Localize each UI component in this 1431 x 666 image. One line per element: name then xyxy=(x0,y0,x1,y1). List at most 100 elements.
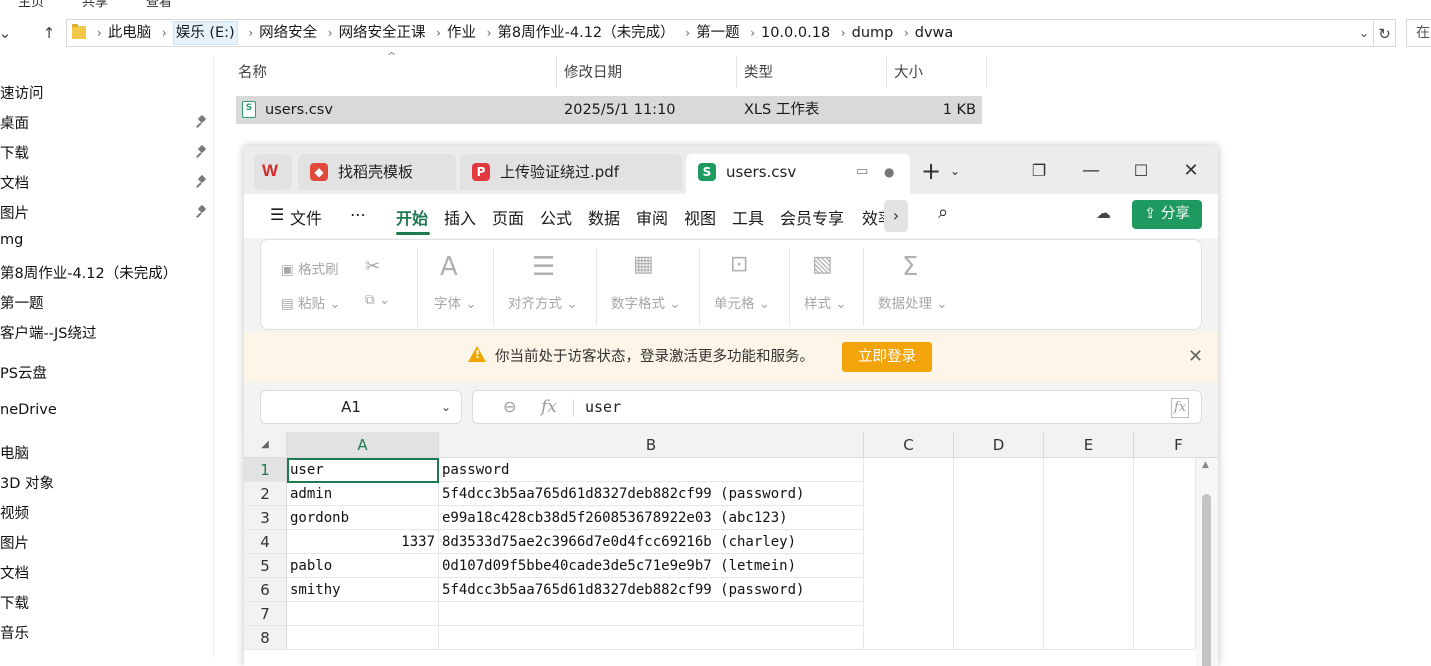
fx-icon[interactable]: fx xyxy=(541,391,557,423)
maximize-icon[interactable]: ☐ xyxy=(1126,156,1156,186)
chevron-down-icon[interactable]: ⌄ xyxy=(1359,20,1369,46)
chevron-right-icon[interactable]: › xyxy=(685,20,690,46)
name-box[interactable]: A1 ⌄ xyxy=(260,390,462,424)
chevron-right-icon[interactable]: › xyxy=(328,20,333,46)
empty-column-c[interactable] xyxy=(864,458,954,650)
breadcrumb-item[interactable]: 此电脑 xyxy=(108,20,152,46)
column-divider[interactable] xyxy=(736,56,737,88)
tab-daoke-templates[interactable]: ◆ 找稻壳模板 xyxy=(298,154,456,190)
nav-item[interactable]: 客户端--JS绕过 xyxy=(0,322,96,343)
column-divider[interactable] xyxy=(986,56,987,88)
minimize-icon[interactable]: — xyxy=(1076,156,1106,186)
nav-item[interactable]: PS云盘 xyxy=(0,362,47,383)
row-header[interactable]: 6 xyxy=(244,578,287,602)
column-divider[interactable] xyxy=(886,56,887,88)
scroll-up-icon[interactable]: ▲ xyxy=(1202,460,1209,470)
empty-column-e[interactable] xyxy=(1044,458,1134,650)
column-header[interactable]: C xyxy=(864,432,954,458)
row-header[interactable]: 2 xyxy=(244,482,287,506)
cell-b7[interactable] xyxy=(439,602,864,626)
cell-b5[interactable]: 0d107d09f5bbe40cade3de5c71e9e9b7 (letmei… xyxy=(439,554,864,578)
cell-b8[interactable] xyxy=(439,626,864,650)
tab-users-csv[interactable]: S users.csv ▭ ● xyxy=(686,154,910,194)
chevron-right-icon[interactable]: › xyxy=(841,20,846,46)
cell-b4[interactable]: 8d3533d75ae2c3966d7e0d4fcc69216b (charle… xyxy=(439,530,864,554)
menu-efficiency[interactable]: 效率 xyxy=(862,205,884,229)
formula-input[interactable]: ⊖ fx user fx xyxy=(472,390,1202,424)
scissors-icon[interactable]: ✂ xyxy=(365,256,380,277)
search-icon[interactable]: ⌕ xyxy=(938,202,948,223)
chevron-right-icon[interactable]: › xyxy=(162,20,167,46)
breadcrumb-item[interactable]: 第一题 xyxy=(696,20,740,46)
row-header[interactable]: 7 xyxy=(244,602,287,626)
breadcrumb-item[interactable]: 娱乐 (E:) xyxy=(172,21,238,45)
close-icon[interactable]: ✕ xyxy=(1176,156,1206,186)
menu-home[interactable]: 开始 xyxy=(396,205,428,229)
font-group[interactable]: A 字体 ⌄ xyxy=(418,248,494,326)
window-restore-icon[interactable]: ❐ xyxy=(1024,156,1054,186)
column-header[interactable]: A xyxy=(287,432,439,458)
nav-item[interactable]: 图片 xyxy=(0,532,29,553)
cell-b6[interactable]: 5f4dcc3b5aa765d61d8327deb882cf99 (passwo… xyxy=(439,578,864,602)
nav-item[interactable]: mg xyxy=(0,232,23,248)
chevron-down-icon[interactable]: ⌄ xyxy=(441,391,451,423)
breadcrumb-item[interactable]: 网络安全 xyxy=(259,20,317,46)
cell-b2[interactable]: 5f4dcc3b5aa765d61d8327deb882cf99 (passwo… xyxy=(439,482,864,506)
nav-item[interactable]: 视频 xyxy=(0,502,29,523)
style-group[interactable]: ▧ 样式 ⌄ xyxy=(790,248,864,326)
tab-pdf[interactable]: P 上传验证绕过.pdf xyxy=(460,154,682,190)
breadcrumb-item[interactable]: dump xyxy=(852,20,894,46)
nav-item[interactable]: 电脑 xyxy=(0,442,29,463)
nav-item[interactable]: 第一题 xyxy=(0,292,44,313)
select-all-corner[interactable]: ◢ xyxy=(244,432,287,458)
search-input[interactable]: 在 xyxy=(1406,19,1431,47)
chevron-right-icon[interactable]: › xyxy=(487,20,492,46)
menu-share[interactable]: 共享 xyxy=(82,0,108,10)
cell-a5[interactable]: pablo xyxy=(287,554,439,578)
refresh-icon[interactable]: ↻ xyxy=(1374,19,1396,47)
cell-a8[interactable] xyxy=(287,626,439,650)
chevron-right-icon[interactable]: › xyxy=(904,20,909,46)
cell-b3[interactable]: e99a18c428cb38d5f260853678922e03 (abc123… xyxy=(439,506,864,530)
row-header[interactable]: 4 xyxy=(244,530,287,554)
empty-column-d[interactable] xyxy=(954,458,1044,650)
column-divider[interactable] xyxy=(556,56,557,88)
cell-a2[interactable]: admin xyxy=(287,482,439,506)
close-icon[interactable]: ✕ xyxy=(1188,332,1203,382)
dropdown-recent-icon[interactable]: ⌄ xyxy=(0,18,16,48)
wps-logo-icon[interactable]: W xyxy=(254,154,292,190)
column-header-type[interactable]: 类型 xyxy=(744,58,773,88)
chevron-right-icon[interactable]: › xyxy=(436,20,441,46)
nav-item[interactable]: 下载 xyxy=(0,142,29,163)
column-header-size[interactable]: 大小 xyxy=(894,58,923,88)
nav-item[interactable]: 文档 xyxy=(0,172,29,193)
row-header[interactable]: 8 xyxy=(244,626,287,650)
menu-view[interactable]: 查看 xyxy=(146,0,172,10)
nav-item[interactable]: 第8周作业-4.12（未完成） xyxy=(0,262,177,283)
breadcrumb-item[interactable]: 作业 xyxy=(447,20,476,46)
menu-insert[interactable]: 插入 xyxy=(444,205,476,229)
nav-item[interactable]: 3D 对象 xyxy=(0,472,54,493)
menu-data[interactable]: 数据 xyxy=(588,205,620,229)
address-bar[interactable]: › 此电脑 › 娱乐 (E:) › 网络安全 › 网络安全正课 › 作业 › 第8周作业-4… xyxy=(66,19,1374,47)
menu-formula[interactable]: 公式 xyxy=(540,205,572,229)
chevron-right-icon[interactable]: › xyxy=(97,20,102,46)
column-header-name[interactable]: 名称 xyxy=(238,58,267,88)
monitor-icon[interactable]: ▭ xyxy=(856,154,868,190)
format-painter-button[interactable]: ▣ 格式刷 xyxy=(281,258,339,278)
scrollbar-thumb[interactable] xyxy=(1202,494,1211,666)
hamburger-icon[interactable]: ☰ xyxy=(270,205,284,224)
nav-item[interactable]: 速访问 xyxy=(0,82,44,103)
paste-button[interactable]: ▤ 粘贴 ⌄ xyxy=(281,292,341,312)
breadcrumb-item[interactable]: dvwa xyxy=(915,20,954,46)
share-button[interactable]: ⇪ 分享 xyxy=(1132,200,1202,229)
column-header[interactable]: E xyxy=(1044,432,1134,458)
column-header[interactable]: B xyxy=(439,432,864,458)
column-header[interactable]: F xyxy=(1134,432,1218,458)
menu-home[interactable]: 主页 xyxy=(18,0,44,10)
empty-column-f[interactable] xyxy=(1134,458,1196,650)
login-button[interactable]: 立即登录 xyxy=(842,342,932,372)
copy-button[interactable]: ⧉ ⌄ xyxy=(365,292,390,308)
menu-view[interactable]: 视图 xyxy=(684,205,716,229)
zoom-icon[interactable]: ⊖ xyxy=(503,391,516,423)
